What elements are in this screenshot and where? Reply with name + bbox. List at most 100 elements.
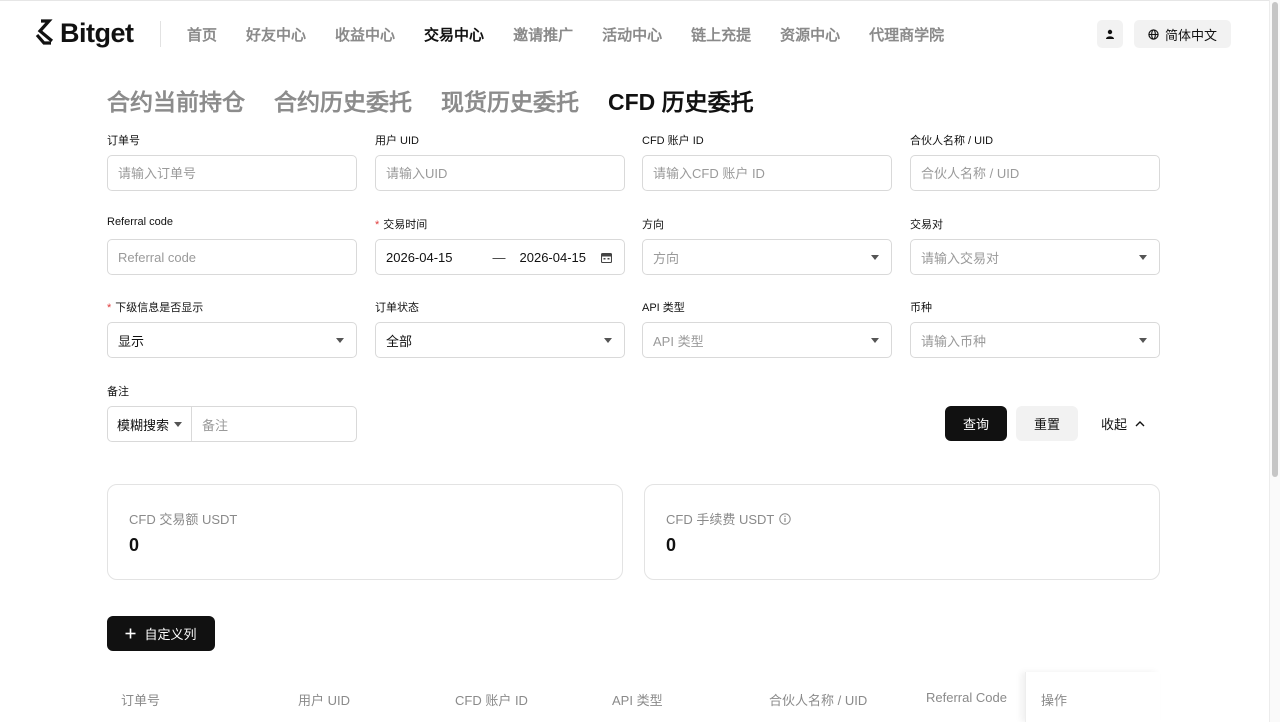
cfd-volume-value: 0: [129, 535, 140, 555]
order-no-field[interactable]: [107, 155, 357, 191]
api-type-placeholder: API 类型: [653, 333, 704, 349]
cfd-fee-card: CFD 手续费 USDT 0: [644, 484, 1160, 580]
nav-friends[interactable]: 好友中心: [246, 24, 306, 45]
col-cfd-account[interactable]: CFD 账户 ID: [455, 690, 528, 709]
currency-placeholder: 请输入币种: [921, 333, 987, 349]
cfd-account-field[interactable]: [642, 155, 892, 191]
partner-label: 合伙人名称 / UID: [910, 135, 994, 147]
col-referral-code[interactable]: Referral Code: [926, 690, 1007, 705]
direction-select[interactable]: 方向: [642, 239, 892, 275]
nav-trading[interactable]: 交易中心: [424, 24, 484, 45]
order-status-select[interactable]: 全部: [375, 322, 625, 358]
page-scrollbar[interactable]: [1269, 0, 1280, 722]
api-type-label: API 类型: [642, 302, 685, 314]
order-status-value: 全部: [386, 333, 413, 349]
cfd-fee-label-text: CFD 手续费 USDT: [666, 512, 775, 527]
collapse-button[interactable]: 收起: [1101, 406, 1145, 441]
col-order-no[interactable]: 订单号: [121, 690, 160, 709]
show-sub-label-text: 下级信息是否显示: [115, 302, 204, 314]
bitget-logo-icon: [35, 19, 54, 45]
language-button[interactable]: 简体中文: [1134, 20, 1231, 48]
scrollbar-thumb[interactable]: [1272, 2, 1278, 477]
referral-label: Referral code: [107, 216, 174, 228]
required-mark: *: [107, 302, 112, 314]
remark-field[interactable]: 备注: [191, 406, 357, 442]
required-mark: *: [375, 219, 380, 231]
col-actions: 操作: [1025, 672, 1160, 722]
cfd-account-input[interactable]: [653, 165, 881, 181]
nav-resources[interactable]: 资源中心: [780, 24, 840, 45]
api-type-select[interactable]: API 类型: [642, 322, 892, 358]
nav-events[interactable]: 活动中心: [602, 24, 662, 45]
start-date[interactable]: 2026-04-15: [386, 250, 453, 265]
tab-futures-history[interactable]: 合约历史委托: [274, 83, 412, 117]
header-divider: [160, 21, 161, 47]
order-no-label: 订单号: [107, 135, 140, 147]
custom-columns-button[interactable]: 自定义列: [107, 616, 215, 651]
chevron-down-icon: [174, 422, 182, 427]
trade-time-label: * 交易时间: [375, 216, 427, 232]
globe-icon: [1148, 28, 1159, 40]
user-uid-label: 用户 UID: [375, 135, 419, 147]
nav-academy[interactable]: 代理商学院: [869, 24, 944, 45]
cfd-volume-label-text: CFD 交易额 USDT: [129, 512, 238, 527]
currency-select[interactable]: 请输入币种: [910, 322, 1160, 358]
collapse-label: 收起: [1101, 417, 1128, 432]
user-button[interactable]: [1097, 20, 1123, 48]
show-sub-label: * 下级信息是否显示: [107, 299, 203, 315]
referral-field[interactable]: [107, 239, 357, 275]
nav-invite[interactable]: 邀请推广: [513, 24, 573, 45]
remark-mode-select[interactable]: 模糊搜索: [107, 406, 192, 442]
user-uid-field[interactable]: [375, 155, 625, 191]
cfd-fee-value: 0: [666, 535, 677, 555]
trade-time-range[interactable]: 2026-04-15 — 2026-04-15: [375, 239, 625, 275]
tab-spot-history[interactable]: 现货历史委托: [441, 83, 579, 117]
col-actions-label: 操作: [1041, 693, 1068, 708]
user-icon: [1106, 29, 1114, 39]
pair-placeholder: 请输入交易对: [921, 250, 1000, 266]
calendar-icon[interactable]: [601, 252, 612, 263]
partner-field[interactable]: [910, 155, 1160, 191]
chevron-down-icon: [871, 338, 879, 343]
chevron-down-icon: [604, 338, 612, 343]
top-header: Bitget 首页 好友中心 收益中心 交易中心 邀请推广 活动中心 链上充提 …: [0, 0, 1280, 64]
chevron-down-icon: [336, 338, 344, 343]
cfd-fee-label: CFD 手续费 USDT: [666, 509, 792, 528]
reset-button[interactable]: 重置: [1016, 406, 1078, 441]
language-label: 简体中文: [1164, 27, 1217, 43]
main-nav: 首页 好友中心 收益中心 交易中心 邀请推广 活动中心 链上充提 资源中心 代理…: [187, 21, 973, 47]
pair-select[interactable]: 请输入交易对: [910, 239, 1160, 275]
order-no-input[interactable]: [118, 165, 346, 181]
tab-cfd-history[interactable]: CFD 历史委托: [608, 83, 754, 117]
user-uid-input[interactable]: [386, 165, 614, 181]
trade-time-label-text: 交易时间: [383, 219, 428, 231]
chevron-down-icon: [1139, 255, 1147, 260]
remark-label: 备注: [107, 386, 129, 398]
referral-input[interactable]: [118, 249, 346, 265]
show-sub-value: 显示: [118, 333, 145, 349]
nav-earnings[interactable]: 收益中心: [335, 24, 395, 45]
query-button[interactable]: 查询: [945, 406, 1007, 441]
pair-label: 交易对: [910, 219, 943, 231]
logo-text: Bitget: [60, 17, 134, 48]
nav-onchain[interactable]: 链上充提: [691, 24, 751, 45]
bitget-logo[interactable]: Bitget: [35, 17, 134, 49]
col-partner[interactable]: 合伙人名称 / UID: [769, 690, 867, 709]
col-user-uid[interactable]: 用户 UID: [298, 690, 350, 709]
remark-placeholder[interactable]: 备注: [202, 415, 228, 434]
chevron-down-icon: [871, 255, 879, 260]
end-date[interactable]: 2026-04-15: [520, 250, 587, 265]
custom-columns-label: 自定义列: [144, 627, 197, 642]
partner-input[interactable]: [921, 165, 1149, 181]
cfd-account-label: CFD 账户 ID: [642, 135, 704, 147]
nav-home[interactable]: 首页: [187, 24, 217, 45]
direction-label: 方向: [642, 219, 664, 231]
show-sub-select[interactable]: 显示: [107, 322, 357, 358]
tab-futures-positions[interactable]: 合约当前持仓: [107, 83, 245, 117]
plus-icon: [125, 628, 136, 639]
col-api-type[interactable]: API 类型: [612, 690, 663, 709]
chevron-up-icon: [1135, 421, 1145, 427]
info-icon[interactable]: [779, 512, 792, 525]
chevron-down-icon: [1139, 338, 1147, 343]
remark-mode-value: 模糊搜索: [117, 417, 170, 433]
